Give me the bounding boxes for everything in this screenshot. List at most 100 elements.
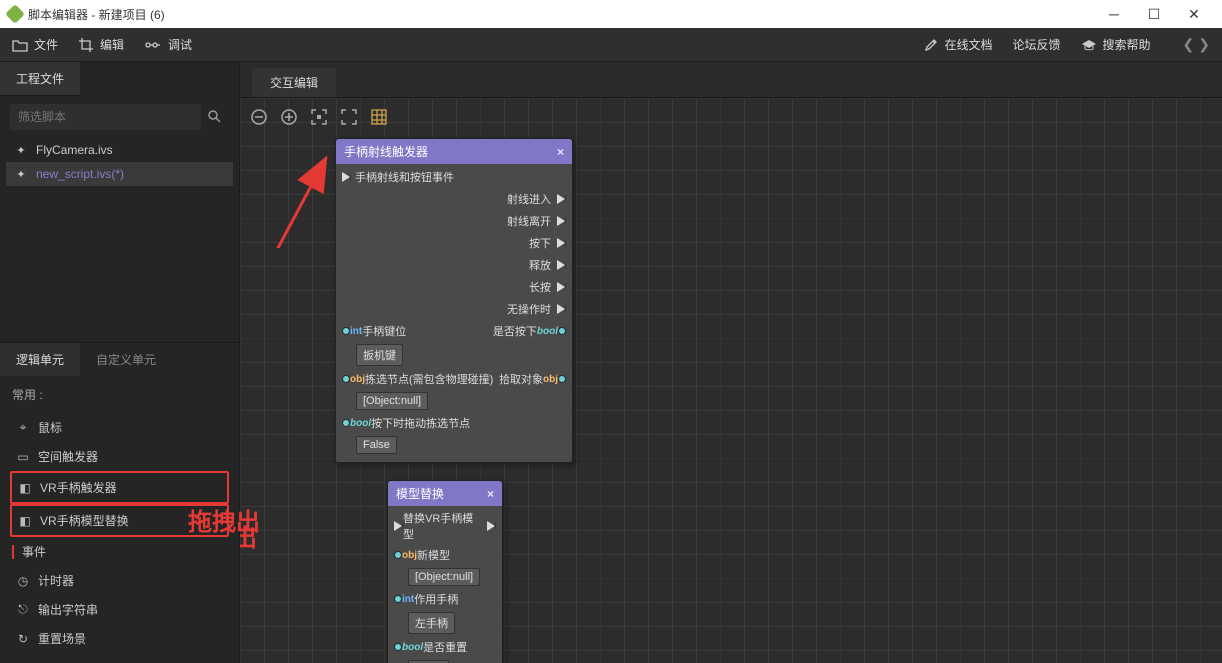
- output-label: 长按: [529, 279, 551, 295]
- search-icon[interactable]: [207, 109, 221, 126]
- menu-forum[interactable]: 论坛反馈: [1013, 36, 1061, 53]
- pick-out-label: 拾取对象: [499, 371, 543, 387]
- logic-item-label: VR手柄模型替换: [40, 512, 129, 529]
- output-icon: ⎋: [16, 602, 30, 617]
- node-controller-ray-trigger[interactable]: 手柄射线触发器 × 手柄射线和按钮事件 射线进入 射线离开 按下 释放 长按 无…: [335, 138, 573, 463]
- menu-edit[interactable]: 编辑: [78, 36, 124, 53]
- grid-toggle-button[interactable]: [368, 106, 390, 128]
- exec-out-port[interactable]: [557, 304, 566, 314]
- data-in-port[interactable]: [394, 551, 402, 559]
- mouse-icon: ⌖: [16, 420, 30, 435]
- tab-logic-units[interactable]: 逻辑单元: [0, 343, 80, 376]
- newmodel-field[interactable]: [Object:null]: [408, 568, 480, 586]
- menu-debug-label: 调试: [168, 36, 192, 53]
- window-minimize-button[interactable]: ─: [1094, 6, 1134, 22]
- output-label: 无操作时: [507, 301, 551, 317]
- data-in-port[interactable]: [342, 327, 350, 335]
- data-in-port[interactable]: [342, 375, 350, 383]
- annotation-dragout-global: 拖拽出: [188, 502, 260, 537]
- sidebar: 工程文件 ✦ FlyCamera.ivs ✦ new_script.ivs(*)…: [0, 62, 240, 663]
- exec-out-port[interactable]: [557, 282, 566, 292]
- node-header[interactable]: 模型替换 ×: [388, 481, 502, 506]
- data-out-port[interactable]: [558, 327, 566, 335]
- data-in-port[interactable]: [394, 643, 402, 651]
- section-events: 事件: [10, 537, 229, 566]
- exec-in-port[interactable]: [394, 521, 403, 531]
- data-in-port[interactable]: [342, 419, 350, 427]
- node-title: 手柄射线触发器: [344, 143, 428, 160]
- exec-in-port[interactable]: [342, 172, 351, 182]
- crop-icon: [78, 37, 94, 53]
- window-title: 脚本编辑器 - 新建项目 (6): [28, 6, 1094, 23]
- menu-debug[interactable]: 调试: [144, 36, 192, 53]
- logic-item-label: 鼠标: [38, 419, 62, 436]
- tab-custom-units[interactable]: 自定义单元: [80, 343, 172, 376]
- logic-item-vr-controller-trigger[interactable]: ◧ VR手柄触发器: [10, 471, 229, 504]
- hand-field[interactable]: 左手柄: [408, 612, 455, 634]
- menu-file-label: 文件: [34, 36, 58, 53]
- menu-forum-label: 论坛反馈: [1013, 36, 1061, 53]
- window-close-button[interactable]: ✕: [1174, 6, 1214, 23]
- menu-online-doc[interactable]: 在线文档: [924, 36, 992, 53]
- output-label: 释放: [529, 257, 551, 273]
- script-icon: ✦: [14, 143, 28, 157]
- controller-icon: ◧: [18, 514, 32, 528]
- drag-field[interactable]: False: [356, 436, 397, 454]
- controller-icon: ◧: [18, 481, 32, 495]
- timer-icon: ◷: [16, 574, 30, 588]
- node-close-button[interactable]: ×: [557, 145, 564, 159]
- exec-out-port[interactable]: [557, 260, 566, 270]
- tab-interactive-edit[interactable]: 交互编辑: [252, 68, 336, 97]
- tab-label: 自定义单元: [96, 353, 156, 367]
- exec-out-port[interactable]: [557, 238, 566, 248]
- section-label: 事件: [22, 543, 46, 560]
- node-title: 模型替换: [396, 485, 444, 502]
- menu-file[interactable]: 文件: [12, 36, 58, 53]
- menu-help-label: 搜索帮助: [1103, 36, 1151, 53]
- newmodel-label: 新模型: [417, 547, 450, 563]
- nav-chevrons: ❮ ❯: [1183, 36, 1210, 53]
- tab-label: 逻辑单元: [16, 353, 64, 367]
- file-name: new_script.ivs(*): [36, 167, 124, 181]
- node-header[interactable]: 手柄射线触发器 ×: [336, 139, 572, 164]
- exec-out-port[interactable]: [557, 216, 566, 226]
- canvas-toolbar: [248, 106, 390, 128]
- data-in-port[interactable]: [394, 595, 402, 603]
- logic-item-output-string[interactable]: ⎋ 输出字符串: [10, 595, 229, 624]
- file-item-selected[interactable]: ✦ new_script.ivs(*): [6, 162, 233, 186]
- file-item[interactable]: ✦ FlyCamera.ivs: [6, 138, 233, 162]
- pencil-icon: [924, 38, 938, 52]
- zoom-out-button[interactable]: [248, 106, 270, 128]
- output-label: 按下: [529, 235, 551, 251]
- nav-next-button[interactable]: ❯: [1198, 36, 1210, 53]
- titlebar: 脚本编辑器 - 新建项目 (6) ─ ☐ ✕: [0, 0, 1222, 28]
- logic-item-mouse[interactable]: ⌖ 鼠标: [10, 413, 229, 442]
- logic-item-reset-scene[interactable]: ↻ 重置场景: [10, 624, 229, 653]
- fit-selection-button[interactable]: [308, 106, 330, 128]
- fit-all-button[interactable]: [338, 106, 360, 128]
- pick-field[interactable]: [Object:null]: [356, 392, 428, 410]
- data-out-port[interactable]: [558, 375, 566, 383]
- file-name: FlyCamera.ivs: [36, 143, 113, 157]
- panel-tab-project-files[interactable]: 工程文件: [0, 62, 80, 96]
- menu-help[interactable]: 搜索帮助: [1081, 36, 1151, 53]
- node-model-replace[interactable]: 模型替换 × 替换VR手柄模型 obj 新模型 [Objec: [387, 480, 503, 663]
- zoom-in-button[interactable]: [278, 106, 300, 128]
- node-close-button[interactable]: ×: [487, 487, 494, 501]
- type-tag-obj: obj: [543, 374, 558, 385]
- type-tag-bool: bool: [350, 418, 371, 429]
- canvas[interactable]: 手柄射线触发器 × 手柄射线和按钮事件 射线进入 射线离开 按下 释放 长按 无…: [240, 97, 1222, 663]
- nav-prev-button[interactable]: ❮: [1183, 36, 1195, 53]
- search-input[interactable]: [10, 104, 201, 130]
- logic-item-timer[interactable]: ◷ 计时器: [10, 566, 229, 595]
- logic-item-space-trigger[interactable]: ▭ 空间触发器: [10, 442, 229, 471]
- debug-icon: [144, 39, 162, 51]
- output-label: 射线离开: [507, 213, 551, 229]
- hand-label: 作用手柄: [414, 591, 458, 607]
- logic-item-label: 计时器: [38, 572, 74, 589]
- exec-out-port[interactable]: [487, 521, 496, 531]
- exec-out-port[interactable]: [557, 194, 566, 204]
- pressed-label: 是否按下: [493, 323, 537, 339]
- slot-field[interactable]: 扳机键: [356, 344, 403, 366]
- window-maximize-button[interactable]: ☐: [1134, 6, 1174, 23]
